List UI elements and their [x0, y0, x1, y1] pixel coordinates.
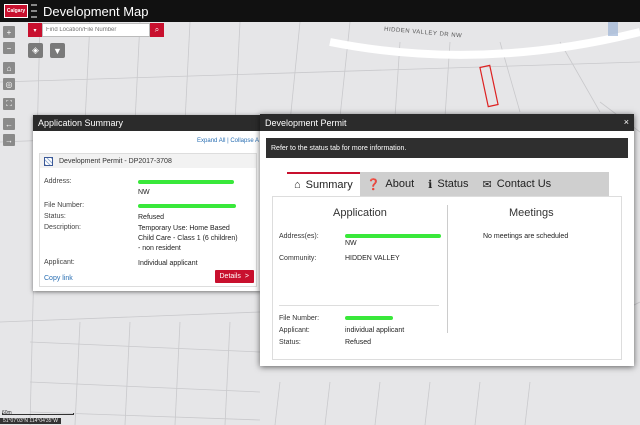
tab-summary-label: Summary [305, 179, 353, 191]
permit-card: Development Permit - DP2017-3708 Address… [39, 153, 257, 287]
layers-icon: ◈ [32, 45, 39, 55]
addresses-suffix: NW [345, 240, 357, 247]
community-label: Community: [279, 255, 317, 262]
redaction-mark [138, 180, 234, 185]
application-summary-panel: Application Summary Expand All | Collaps… [33, 115, 261, 291]
expand-collapse-links: Expand All | Collapse A [197, 138, 259, 144]
address-label: Address: [44, 178, 72, 185]
redaction-mark [345, 234, 441, 239]
modal-titlebar: Development Permit × [260, 114, 634, 131]
file-number-label: File Number: [279, 315, 320, 322]
description-value: Temporary Use: Home Based Child Care - C… [138, 225, 238, 252]
divider [279, 305, 439, 306]
zoom-in-button[interactable]: + [3, 26, 15, 38]
home-icon[interactable]: ⌂ [3, 62, 15, 74]
search-bar: ▾ ⌕ [28, 23, 164, 37]
expand-all-link[interactable]: Expand All [197, 138, 225, 144]
close-icon[interactable]: × [624, 117, 629, 127]
application-heading: Application [333, 207, 387, 219]
search-icon: ⌕ [154, 25, 160, 34]
redaction-mark [138, 204, 236, 209]
menu-icon[interactable] [31, 4, 37, 18]
collapse-all-link[interactable]: Collapse A [230, 138, 259, 144]
status-label: Status: [44, 213, 66, 220]
modal-tabs: ⌂ Summary ❓ About ℹ Status ✉ Contact Us [287, 172, 609, 196]
tab-contact-us-label: Contact Us [496, 178, 552, 190]
search-dropdown-button[interactable]: ▾ [28, 23, 42, 37]
search-button[interactable]: ⌕ [150, 23, 164, 37]
address-suffix: NW [138, 189, 150, 196]
scale-bar [2, 413, 74, 415]
details-label: Details [219, 273, 241, 280]
search-input[interactable] [42, 23, 150, 37]
filter-icon: ▼ [53, 45, 62, 56]
applicant-label: Applicant: [44, 259, 75, 266]
address-value: NW [138, 178, 248, 198]
details-button[interactable]: Details > [214, 270, 254, 283]
coordinates-readout: 51°07'03"N 114°04'35"W [0, 418, 61, 424]
tab-status[interactable]: ℹ Status [421, 172, 475, 196]
development-permit-modal: Development Permit × Refer to the status… [260, 114, 634, 366]
status-label: Status: [279, 339, 301, 346]
tab-summary[interactable]: ⌂ Summary [287, 172, 360, 196]
community-value: HIDDEN VALLEY [345, 255, 400, 262]
summary-tab-content: Application Address(es): NW Community: H… [272, 196, 622, 360]
tab-status-label: Status [437, 178, 469, 190]
home-icon: ⌂ [294, 179, 301, 191]
tab-about[interactable]: ❓ About [360, 172, 421, 196]
file-number-value [345, 315, 393, 322]
fullscreen-icon[interactable]: ⛶ [3, 98, 15, 110]
filter-button[interactable]: ▼ [50, 43, 65, 58]
tab-contact-us[interactable]: ✉ Contact Us [476, 172, 559, 196]
back-icon[interactable]: ← [3, 118, 15, 130]
chevron-right-icon: > [244, 273, 249, 280]
permit-card-header[interactable]: Development Permit - DP2017-3708 [40, 154, 256, 168]
file-number-value [138, 202, 248, 212]
column-divider [447, 205, 448, 333]
status-notice: Refer to the status tab for more informa… [266, 138, 628, 158]
applicant-value: individual applicant [345, 327, 405, 334]
status-value: Refused [345, 339, 372, 346]
status-value: Refused [138, 214, 165, 221]
applicant-label: Applicant: [279, 327, 310, 334]
addresses-label: Address(es): [279, 233, 319, 240]
app-header: Calgary Development Map [0, 0, 640, 22]
envelope-icon: ✉ [482, 178, 492, 191]
map-controls: + − ⌂ ◎ ⛶ ← → [3, 22, 15, 146]
layers-button[interactable]: ◈ [28, 43, 43, 58]
calgary-logo: Calgary [4, 4, 28, 18]
no-meetings-text: No meetings are scheduled [483, 233, 569, 240]
zoom-out-button[interactable]: − [3, 42, 15, 54]
permit-card-title: Development Permit - DP2017-3708 [59, 157, 172, 165]
description-label: Description: [44, 224, 81, 231]
meetings-heading: Meetings [509, 207, 554, 219]
redaction-mark [345, 316, 393, 321]
info-icon: ℹ [428, 178, 433, 191]
app-title: Development Map [43, 3, 149, 19]
forward-icon[interactable]: → [3, 134, 15, 146]
question-icon: ❓ [366, 178, 381, 191]
panel-title: Application Summary [33, 115, 261, 131]
modal-title: Development Permit [265, 117, 347, 128]
applicant-value: Individual applicant [138, 260, 198, 267]
file-number-label: File Number: [44, 202, 85, 209]
locate-icon[interactable]: ◎ [3, 78, 15, 90]
copy-link[interactable]: Copy link [44, 275, 73, 282]
addresses-value: NW [345, 233, 441, 247]
link-separator: | [227, 138, 229, 144]
tab-about-label: About [385, 178, 415, 190]
parcel-icon [44, 156, 53, 166]
